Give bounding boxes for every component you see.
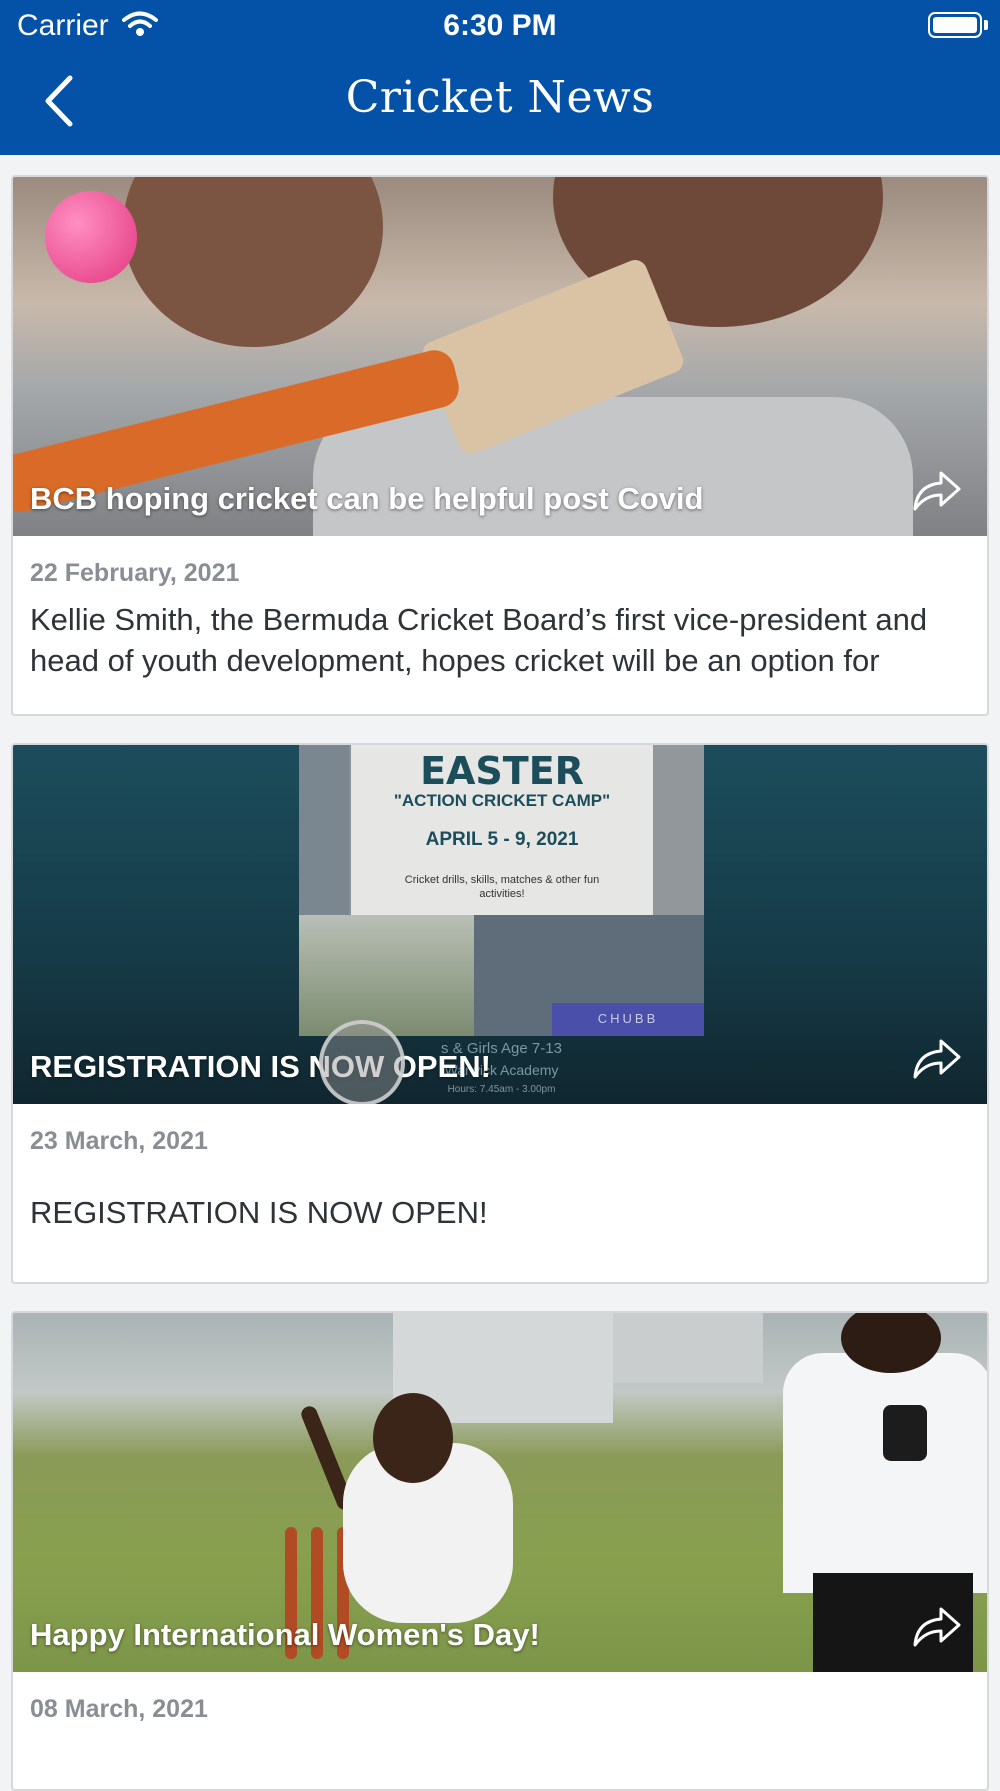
- poster-panel: EASTER "ACTION CRICKET CAMP" APRIL 5 - 9…: [351, 745, 653, 915]
- poster-photo: [299, 745, 349, 915]
- photo-building: [613, 1313, 763, 1383]
- page-title: Cricket News: [345, 72, 655, 123]
- nav-header: Carrier 6:30 PM Cricket News: [0, 0, 1000, 155]
- poster-banner: CHUBB: [552, 1003, 704, 1036]
- battery-icon: [928, 12, 982, 38]
- news-image[interactable]: BCB hoping cricket can be helpful post C…: [13, 177, 987, 536]
- news-date: 22 February, 2021: [30, 559, 240, 587]
- poster-dates: APRIL 5 - 9, 2021: [425, 829, 579, 850]
- news-date: 08 March, 2021: [30, 1695, 208, 1723]
- share-button[interactable]: [911, 1037, 963, 1086]
- poster-photo: [652, 745, 704, 915]
- clock: 6:30 PM: [443, 9, 557, 42]
- battery-tip: [984, 20, 988, 30]
- share-icon: [913, 471, 961, 511]
- photo-umpire: [783, 1353, 987, 1593]
- photo-badge: [883, 1405, 927, 1461]
- news-date: 23 March, 2021: [30, 1127, 208, 1155]
- camp-poster: EASTER "ACTION CRICKET CAMP" APRIL 5 - 9…: [299, 745, 704, 1036]
- share-button[interactable]: [911, 469, 963, 518]
- photo-player: [123, 177, 383, 347]
- news-card-1[interactable]: BCB hoping cricket can be helpful post C…: [11, 175, 989, 716]
- photo-bowler-head: [373, 1393, 453, 1483]
- share-button[interactable]: [911, 1605, 963, 1654]
- share-icon: [913, 1039, 961, 1079]
- news-video[interactable]: EASTER "ACTION CRICKET CAMP" APRIL 5 - 9…: [13, 745, 987, 1104]
- news-excerpt: Kellie Smith, the Bermuda Cricket Board’…: [30, 602, 928, 678]
- news-title: BCB hoping cricket can be helpful post C…: [30, 481, 704, 516]
- poster-banner-text: CHUBB: [597, 1011, 659, 1026]
- news-title: Happy International Women's Day!: [30, 1617, 540, 1652]
- poster-team-photo: CHUBB: [474, 915, 704, 1036]
- play-icon[interactable]: [319, 1020, 405, 1104]
- poster-drills: Cricket drills, skills, matches & other …: [404, 874, 600, 900]
- news-image[interactable]: Happy International Women's Day!: [13, 1313, 987, 1672]
- poster-camp: "ACTION CRICKET CAMP": [393, 791, 611, 810]
- share-icon: [913, 1607, 961, 1647]
- poster-heading: EASTER: [420, 749, 584, 793]
- news-excerpt: REGISTRATION IS NOW OPEN!: [30, 1195, 488, 1230]
- news-card-2[interactable]: EASTER "ACTION CRICKET CAMP" APRIL 5 - 9…: [11, 743, 989, 1284]
- news-title: REGISTRATION IS NOW OPEN!: [30, 1049, 491, 1084]
- status-bar: Carrier 6:30 PM: [0, 0, 1000, 50]
- photo-ball: [45, 191, 137, 283]
- poster-field-photo: [299, 915, 474, 1036]
- news-card-3[interactable]: Happy International Women's Day! 08 Marc…: [11, 1311, 989, 1791]
